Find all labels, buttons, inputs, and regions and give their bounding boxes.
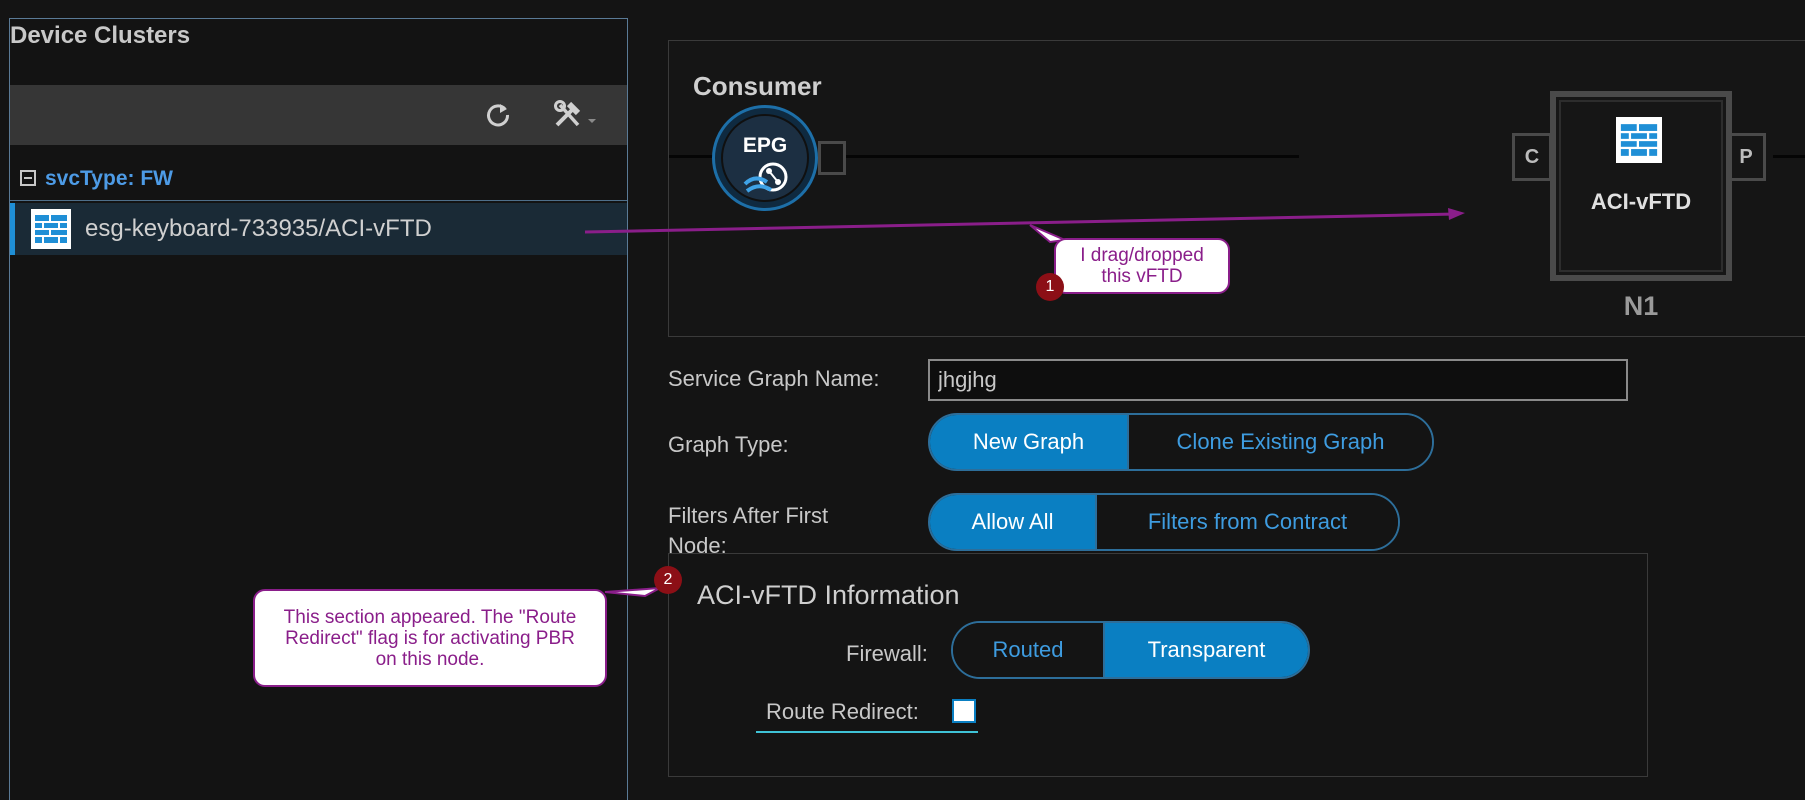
node-label: ACI-vFTD [1590,189,1692,214]
callout2-line2: Redirect" flag is for activating PBR [285,627,575,649]
epg-icon [743,162,788,193]
firewall-label: Firewall: [846,641,928,666]
refresh-icon[interactable] [478,97,518,133]
callout1-badge: 1 [1036,273,1064,301]
graph-type-label: Graph Type: [668,432,789,457]
route-redirect-highlight [756,731,978,733]
firewall-icon [31,209,71,249]
consumer-title: Consumer [693,71,822,101]
route-redirect-checkbox[interactable] [952,699,976,723]
panel-title: Device Clusters [10,22,191,49]
new-graph-option[interactable]: New Graph [930,415,1127,469]
filters-from-contract-option[interactable]: Filters from Contract [1095,495,1398,549]
cluster-item-aci-vftd[interactable]: esg-keyboard-733935/ACI-vFTD [10,203,627,255]
filters-toggle[interactable]: Allow All Filters from Contract [928,493,1400,551]
callout2-badge: 2 [654,566,682,594]
node-provider-port[interactable]: P [1726,133,1766,181]
firewall-mode-toggle[interactable]: Routed Transparent [951,621,1310,679]
clone-existing-graph-option[interactable]: Clone Existing Graph [1127,415,1432,469]
device-clusters-toolbar [10,85,627,145]
callout2-line3: on this node. [375,648,485,670]
node-consumer-port[interactable]: C [1512,133,1552,181]
epg-connector-port[interactable] [818,141,846,175]
collapse-icon[interactable] [20,170,36,186]
filters-label-line1: Filters After First [668,503,829,528]
epg-inner: EPG [721,114,809,202]
callout1-line1: I drag/dropped [1080,245,1204,266]
firewall-node-n1[interactable]: ACI-vFTD [1550,91,1732,281]
info-section-title: ACI-vFTD Information [697,580,960,610]
service-graph-name-label: Service Graph Name: [668,366,880,391]
tools-icon[interactable] [550,97,606,133]
graph-type-toggle[interactable]: New Graph Clone Existing Graph [928,413,1434,471]
route-redirect-label: Route Redirect: [766,699,919,724]
callout2-line1: This section appeared. The "Route [283,606,577,628]
epg-label: EPG [742,134,788,157]
allow-all-option[interactable]: Allow All [930,495,1095,549]
cluster-item-label: esg-keyboard-733935/ACI-vFTD [85,215,432,242]
consumer-epg-node[interactable]: EPG [712,105,818,211]
firewall-icon [1616,117,1662,163]
route-redirect-callout: This section appeared. The "Route Redire… [253,589,607,687]
group-label: svcType: FW [45,167,173,190]
apic-service-graph-screen: Device Clusters svcType: FW esg-keyboard… [0,0,1805,800]
node-name: N1 [1623,291,1659,321]
service-graph-canvas[interactable]: Consumer EPG C P ACI-vFTD N1 [668,40,1805,337]
routed-option[interactable]: Routed [953,623,1103,677]
service-graph-name-input[interactable] [928,359,1628,401]
svc-type-group[interactable]: svcType: FW [10,159,627,201]
drag-drop-callout: I drag/dropped this vFTD [1054,238,1230,294]
callout1-line2: this vFTD [1101,266,1183,287]
transparent-option[interactable]: Transparent [1103,623,1308,677]
provider-connection-line [1773,155,1805,158]
